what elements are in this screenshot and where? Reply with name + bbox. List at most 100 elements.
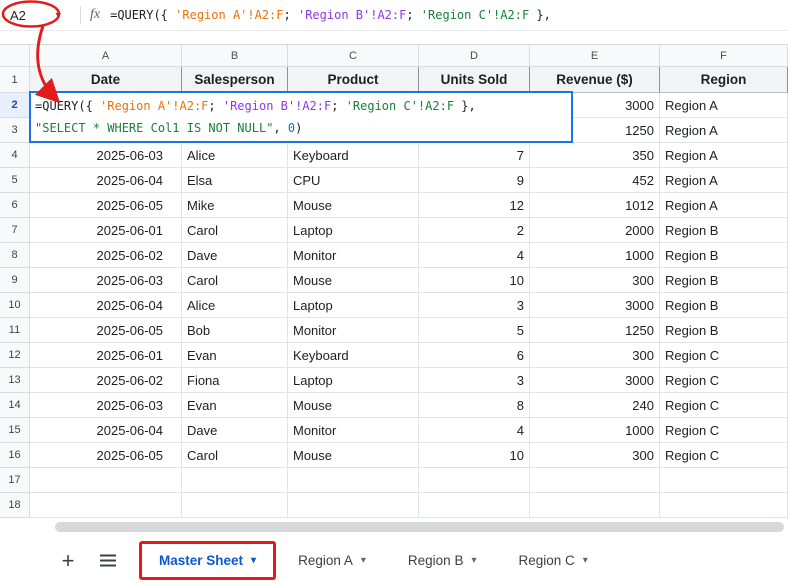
cell[interactable]: Region B [660, 293, 788, 318]
tab-region-a[interactable]: Region A ▾ [285, 546, 379, 575]
cell[interactable]: Keyboard [288, 143, 419, 168]
cell[interactable]: 8 [419, 393, 530, 418]
cell[interactable]: Laptop [288, 293, 419, 318]
cell[interactable]: Keyboard [288, 343, 419, 368]
cell[interactable]: 2 [419, 218, 530, 243]
tab-master-sheet[interactable]: Master Sheet ▾ [146, 546, 269, 575]
cell[interactable]: 3000 [530, 368, 660, 393]
cell[interactable]: Evan [182, 343, 288, 368]
cell[interactable]: Region A [660, 93, 788, 118]
add-sheet-button[interactable]: + [56, 550, 80, 572]
cell[interactable] [419, 468, 530, 493]
row-header-3[interactable]: 3 [0, 118, 30, 143]
row-header-15[interactable]: 15 [0, 418, 30, 443]
row-header-17[interactable]: 17 [0, 468, 30, 493]
cell[interactable]: Region C [660, 368, 788, 393]
cell[interactable]: Dave [182, 418, 288, 443]
cell[interactable]: Carol [182, 268, 288, 293]
cell[interactable]: Carol [182, 443, 288, 468]
column-header-E[interactable]: E [530, 45, 660, 67]
cell[interactable] [182, 468, 288, 493]
cell[interactable] [419, 493, 530, 518]
cell[interactable]: 2025-06-03 [30, 268, 182, 293]
cell[interactable]: Mike [182, 193, 288, 218]
cell[interactable]: 2025-06-01 [30, 343, 182, 368]
cell[interactable]: Region B [660, 218, 788, 243]
cell[interactable]: 350 [530, 143, 660, 168]
row-header-13[interactable]: 13 [0, 368, 30, 393]
cell[interactable] [288, 493, 419, 518]
cell[interactable]: 6 [419, 343, 530, 368]
cell[interactable] [30, 468, 182, 493]
cell[interactable]: 2025-06-05 [30, 443, 182, 468]
cell[interactable]: Laptop [288, 218, 419, 243]
cell[interactable]: 2025-06-05 [30, 193, 182, 218]
cell[interactable]: 10 [419, 443, 530, 468]
cell[interactable]: 300 [530, 343, 660, 368]
cell[interactable]: 7 [419, 143, 530, 168]
formula-input[interactable]: =QUERY({ 'Region A'!A2:F; 'Region B'!A2:… [110, 8, 551, 22]
cell[interactable]: 3000 [530, 293, 660, 318]
row-header-12[interactable]: 12 [0, 343, 30, 368]
cell[interactable]: Region C [660, 443, 788, 468]
row-header-18[interactable]: 18 [0, 493, 30, 518]
cell[interactable]: Fiona [182, 368, 288, 393]
row-header-1[interactable]: 1 [0, 67, 30, 93]
cell[interactable]: 2025-06-03 [30, 143, 182, 168]
tab-region-c[interactable]: Region C ▾ [505, 546, 600, 575]
cell[interactable]: 2025-06-02 [30, 368, 182, 393]
column-header-C[interactable]: C [288, 45, 419, 67]
cell[interactable] [182, 493, 288, 518]
name-box-dropdown-icon[interactable]: ▼ [54, 10, 63, 20]
row-header-11[interactable]: 11 [0, 318, 30, 343]
cell[interactable]: Mouse [288, 443, 419, 468]
row-header-7[interactable]: 7 [0, 218, 30, 243]
cell[interactable]: Alice [182, 143, 288, 168]
cell[interactable]: Region C [660, 343, 788, 368]
cell[interactable]: 5 [419, 318, 530, 343]
row-header-14[interactable]: 14 [0, 393, 30, 418]
cell[interactable]: 9 [419, 168, 530, 193]
cell[interactable]: 452 [530, 168, 660, 193]
cell[interactable]: Region B [660, 268, 788, 293]
cell[interactable]: Mouse [288, 268, 419, 293]
cell[interactable]: Carol [182, 218, 288, 243]
cell[interactable]: Region C [660, 418, 788, 443]
cell[interactable]: 2025-06-03 [30, 393, 182, 418]
row-header-10[interactable]: 10 [0, 293, 30, 318]
row-header-5[interactable]: 5 [0, 168, 30, 193]
cell[interactable]: 300 [530, 268, 660, 293]
cell[interactable]: 300 [530, 443, 660, 468]
cell[interactable]: 4 [419, 418, 530, 443]
cell[interactable]: 2025-06-05 [30, 318, 182, 343]
cell[interactable]: 2000 [530, 218, 660, 243]
cell[interactable] [530, 493, 660, 518]
cell[interactable] [660, 468, 788, 493]
all-sheets-menu-button[interactable] [100, 554, 116, 567]
row-header-4[interactable]: 4 [0, 143, 30, 168]
column-header-D[interactable]: D [419, 45, 530, 67]
cell[interactable]: 10 [419, 268, 530, 293]
cell[interactable]: Bob [182, 318, 288, 343]
cell[interactable]: 3 [419, 368, 530, 393]
row-header-2[interactable]: 2 [0, 93, 30, 118]
cell[interactable]: Elsa [182, 168, 288, 193]
cell[interactable]: Region B [660, 318, 788, 343]
cell[interactable]: 2025-06-01 [30, 218, 182, 243]
cell[interactable]: 12 [419, 193, 530, 218]
cell[interactable]: 2025-06-02 [30, 243, 182, 268]
tab-dropdown-icon[interactable]: ▾ [251, 555, 256, 566]
cell[interactable]: Dave [182, 243, 288, 268]
tab-region-b[interactable]: Region B ▾ [395, 546, 490, 575]
cell[interactable]: 1012 [530, 193, 660, 218]
column-header-A[interactable]: A [30, 45, 182, 67]
row-header-8[interactable]: 8 [0, 243, 30, 268]
cell[interactable] [288, 468, 419, 493]
cell[interactable]: 3 [419, 293, 530, 318]
tab-dropdown-icon[interactable]: ▾ [583, 555, 588, 566]
cell[interactable]: 240 [530, 393, 660, 418]
cell[interactable]: Monitor [288, 243, 419, 268]
cell[interactable]: Mouse [288, 393, 419, 418]
cell[interactable]: Region C [660, 393, 788, 418]
cell[interactable]: 1000 [530, 418, 660, 443]
